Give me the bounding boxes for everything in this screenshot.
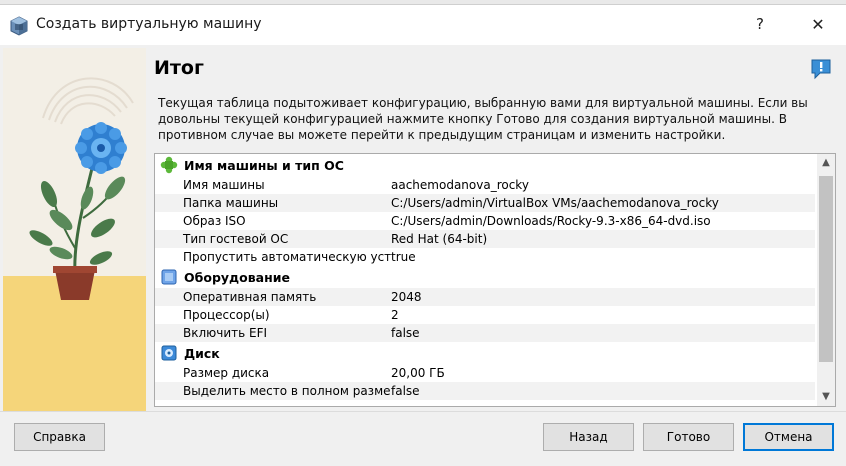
row-value: C:/Users/admin/VirtualBox VMs/aachemodan… [391,196,719,210]
row-value: false [391,326,420,340]
row-key: Имя машины [183,178,265,192]
row-key: Размер диска [183,366,270,380]
summary-table[interactable]: Имя машины и тип ОС Имя машины aachemodan… [154,153,836,407]
table-row: Пропустить автоматическую установкуtrue [155,248,815,266]
scroll-up-icon[interactable]: ▲ [817,154,835,172]
table-row: Тип гостевой ОС Red Hat (64-bit) [155,230,815,248]
footer-divider [0,411,846,412]
row-key: Включить EFI [183,326,268,340]
row-value: aachemodanova_rocky [391,178,529,192]
scroll-down-icon[interactable]: ▼ [817,388,835,406]
row-key: Выделить место в полном размере [183,384,391,398]
back-button[interactable]: Назад [543,423,634,451]
section-title-name-os: Имя машины и тип ОС [184,157,344,173]
help-button[interactable]: Справка [14,423,105,451]
row-key: Тип гостевой ОС [183,232,289,246]
row-key: Процессор(ы) [183,308,270,322]
section-title-hardware: Оборудование [184,269,290,285]
chip-icon [161,269,177,285]
close-button[interactable]: ✕ [806,15,830,37]
virtualbox-icon [10,16,28,36]
table-row: Размер диска 20,00 ГБ [155,364,815,382]
section-disk: Диск [155,342,815,364]
page-heading: Итог [154,57,204,79]
row-value: true [391,250,416,264]
table-row: Имя машины aachemodanova_rocky [155,176,815,194]
title-bar: Создать виртуальную машину ? ✕ [0,5,846,45]
table-row: Включить EFI false [155,324,815,342]
row-value: 2048 [391,290,422,304]
help-title-button[interactable]: ? [748,15,772,37]
row-key: Пропустить автоматическую установку [183,250,391,264]
wizard-window: Создать виртуальную машину ? ✕ Итог Теку… [0,4,846,466]
row-value: false [391,384,420,398]
summary-rows: Имя машины и тип ОС Имя машины aachemodan… [155,154,815,400]
table-row: Папка машины C:/Users/admin/VirtualBox VM… [155,194,815,212]
info-message-icon [811,59,831,80]
plant-illustration [3,48,146,411]
table-row: Образ ISO C:/Users/admin/Downloads/Rocky-… [155,212,815,230]
section-name-os: Имя машины и тип ОС [155,154,815,176]
row-key: Папка машины [183,196,279,210]
table-row: Процессор(ы) 2 [155,306,815,324]
window-title: Создать виртуальную машину [36,16,262,32]
done-button[interactable]: Готово [643,423,734,451]
disk-icon [161,345,177,361]
section-hardware: Оборудование [155,266,815,288]
row-key: Оперативная память [183,290,317,304]
table-row: Выделить место в полном размере false [155,382,815,400]
table-row: Оперативная память 2048 [155,288,815,306]
puzzle-green-icon [160,156,178,174]
row-value: 2 [391,308,399,322]
row-value: 20,00 ГБ [391,366,445,380]
vertical-scrollbar[interactable]: ▲ ▼ [817,154,835,406]
row-value: Red Hat (64-bit) [391,232,488,246]
cancel-button[interactable]: Отмена [743,423,834,451]
row-value: C:/Users/admin/Downloads/Rocky-9.3-x86_6… [391,214,711,228]
wizard-illustration [3,48,146,411]
scrollbar-thumb[interactable] [819,176,833,362]
row-key: Образ ISO [183,214,246,228]
page-description: Текущая таблица подытоживает конфигураци… [158,96,808,142]
section-title-disk: Диск [184,345,220,361]
